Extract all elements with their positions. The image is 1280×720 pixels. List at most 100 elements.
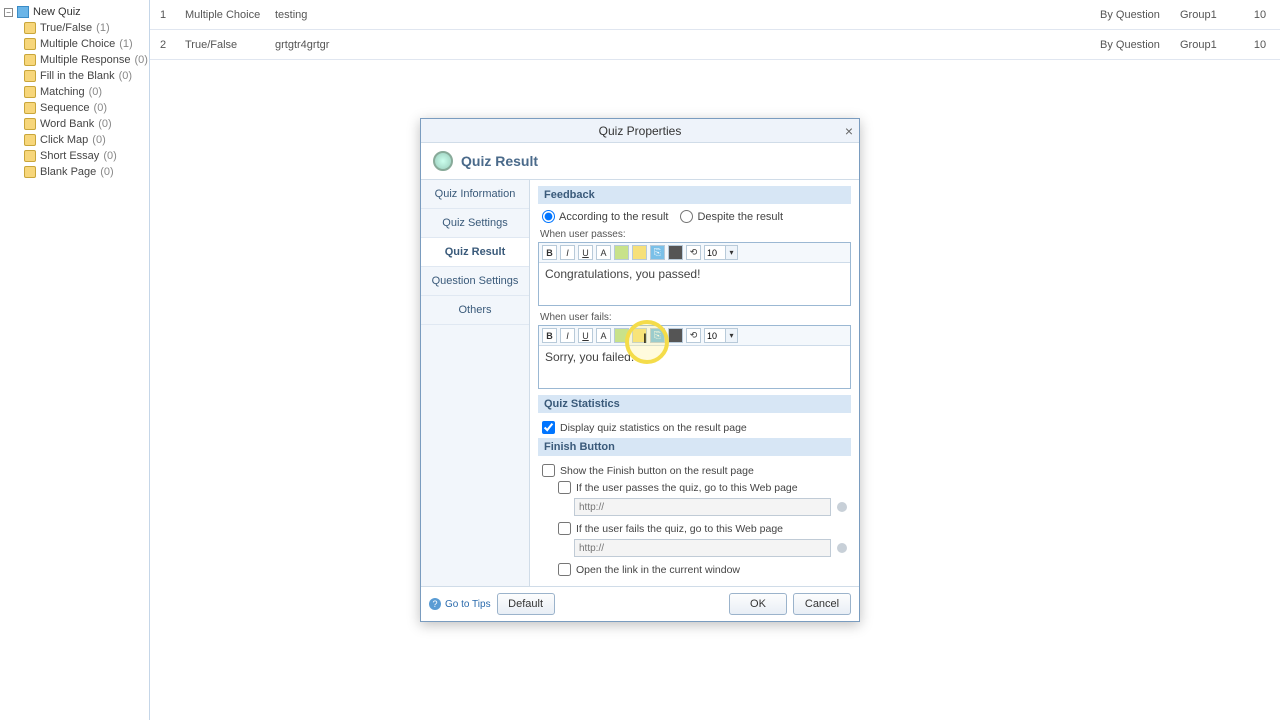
tree-root-item[interactable]: − New Quiz: [0, 4, 149, 20]
stats-heading: Quiz Statistics: [538, 395, 851, 413]
stats-check[interactable]: Display quiz statistics on the result pa…: [542, 419, 847, 436]
underline-icon[interactable]: U: [578, 328, 593, 343]
table-row[interactable]: 1Multiple ChoicetestingBy QuestionGroup1…: [150, 0, 1280, 30]
nav-question-settings[interactable]: Question Settings: [421, 267, 529, 296]
question-type-icon: [24, 54, 36, 66]
tree-item-count: (0): [119, 70, 132, 82]
radio-despite-input[interactable]: [680, 210, 693, 223]
bold-icon[interactable]: B: [542, 245, 557, 260]
tree-item-label: Click Map: [40, 134, 88, 146]
ok-button[interactable]: OK: [729, 593, 787, 615]
tree-item[interactable]: Multiple Choice (1): [24, 36, 149, 52]
pass-toolbar: B I U A ⎘ ⟲ ▾: [539, 243, 850, 263]
tree-item-count: (0): [103, 150, 116, 162]
close-icon[interactable]: ×: [845, 123, 853, 139]
image-icon[interactable]: [668, 245, 683, 260]
tree-item[interactable]: Click Map (0): [24, 132, 149, 148]
fail-url-check[interactable]: If the user fails the quiz, go to this W…: [558, 520, 847, 537]
fontsize-dropdown-icon[interactable]: ▾: [726, 245, 738, 260]
fontsize-control[interactable]: ▾: [704, 328, 738, 343]
radio-according[interactable]: According to the result: [542, 210, 668, 223]
finish-show-checkbox[interactable]: [542, 464, 555, 477]
fontsize-control[interactable]: ▾: [704, 245, 738, 260]
browse-icon[interactable]: [837, 543, 847, 553]
pass-url-checkbox[interactable]: [558, 481, 571, 494]
open-current-check[interactable]: Open the link in the current window: [558, 561, 847, 578]
italic-icon[interactable]: I: [560, 245, 575, 260]
color-icon[interactable]: [614, 245, 629, 260]
fail-toolbar: B I U A ⎘ ⟲ ▾: [539, 326, 850, 346]
tree-item[interactable]: Sequence (0): [24, 100, 149, 116]
help-icon: ?: [429, 598, 441, 610]
browse-icon[interactable]: [837, 502, 847, 512]
nav-others[interactable]: Others: [421, 296, 529, 325]
fail-editor-body[interactable]: Sorry, you failed.: [539, 346, 850, 388]
font-icon[interactable]: A: [596, 328, 611, 343]
tree-item[interactable]: True/False (1): [24, 20, 149, 36]
table-row[interactable]: 2True/Falsegrtgtr4grtgrBy QuestionGroup1…: [150, 30, 1280, 60]
pass-editor-body[interactable]: Congratulations, you passed!: [539, 263, 850, 305]
dialog-footer: ?Go to Tips Default OK Cancel: [421, 586, 859, 621]
fontsize-input[interactable]: [704, 328, 726, 343]
tree-item[interactable]: Matching (0): [24, 84, 149, 100]
fail-url-checkbox[interactable]: [558, 522, 571, 535]
font-icon[interactable]: A: [596, 245, 611, 260]
fontsize-dropdown-icon[interactable]: ▾: [726, 328, 738, 343]
tree-item-count: (0): [100, 166, 113, 178]
quiz-properties-dialog: Quiz Properties × Quiz Result Quiz Infor…: [420, 118, 860, 622]
finish-heading: Finish Button: [538, 438, 851, 456]
clear-icon[interactable]: ⟲: [686, 245, 701, 260]
tree-item-label: Matching: [40, 86, 85, 98]
question-type-icon: [24, 86, 36, 98]
image-icon[interactable]: [668, 328, 683, 343]
tree-item-label: Sequence: [40, 102, 90, 114]
nav-quiz-settings[interactable]: Quiz Settings: [421, 209, 529, 238]
tree-item-label: Short Essay: [40, 150, 99, 162]
default-button[interactable]: Default: [497, 593, 555, 615]
question-type-icon: [24, 70, 36, 82]
radio-according-input[interactable]: [542, 210, 555, 223]
italic-icon[interactable]: I: [560, 328, 575, 343]
nav-quiz-result[interactable]: Quiz Result: [421, 238, 530, 267]
tree-item-count: (1): [96, 22, 109, 34]
bold-icon[interactable]: B: [542, 328, 557, 343]
open-current-checkbox[interactable]: [558, 563, 571, 576]
highlight-icon[interactable]: [632, 328, 647, 343]
stats-checkbox[interactable]: [542, 421, 555, 434]
fail-url-input[interactable]: [574, 539, 831, 557]
tree-item-count: (0): [89, 86, 102, 98]
go-to-tips-link[interactable]: ?Go to Tips: [429, 598, 491, 610]
tree-item[interactable]: Blank Page (0): [24, 164, 149, 180]
radio-despite[interactable]: Despite the result: [680, 210, 783, 223]
question-type-icon: [24, 102, 36, 114]
fail-editor: B I U A ⎘ ⟲ ▾ Sorry, you failed.: [538, 325, 851, 389]
tree-item-count: (0): [92, 134, 105, 146]
dialog-header: Quiz Result: [421, 143, 859, 179]
link-icon[interactable]: ⎘: [650, 328, 665, 343]
fontsize-input[interactable]: [704, 245, 726, 260]
highlight-icon[interactable]: [632, 245, 647, 260]
underline-icon[interactable]: U: [578, 245, 593, 260]
tree-item-label: Multiple Choice: [40, 38, 115, 50]
collapse-icon[interactable]: −: [4, 8, 13, 17]
nav-quiz-information[interactable]: Quiz Information: [421, 180, 529, 209]
tree-root-label: New Quiz: [33, 6, 81, 18]
link-icon[interactable]: ⎘: [650, 245, 665, 260]
fail-label: When user fails:: [540, 312, 851, 323]
result-icon: [433, 151, 453, 171]
tree-item[interactable]: Fill in the Blank (0): [24, 68, 149, 84]
feedback-heading: Feedback: [538, 186, 851, 204]
tree-item[interactable]: Multiple Response (0): [24, 52, 149, 68]
clear-icon[interactable]: ⟲: [686, 328, 701, 343]
tree-item[interactable]: Short Essay (0): [24, 148, 149, 164]
question-table: 1Multiple ChoicetestingBy QuestionGroup1…: [150, 0, 1280, 70]
pass-url-input[interactable]: [574, 498, 831, 516]
pass-url-check[interactable]: If the user passes the quiz, go to this …: [558, 479, 847, 496]
tree-item-label: Multiple Response: [40, 54, 131, 66]
tree-item-count: (0): [135, 54, 148, 66]
color-icon[interactable]: [614, 328, 629, 343]
finish-show-check[interactable]: Show the Finish button on the result pag…: [542, 462, 847, 479]
tree-item[interactable]: Word Bank (0): [24, 116, 149, 132]
cancel-button[interactable]: Cancel: [793, 593, 851, 615]
question-type-icon: [24, 150, 36, 162]
